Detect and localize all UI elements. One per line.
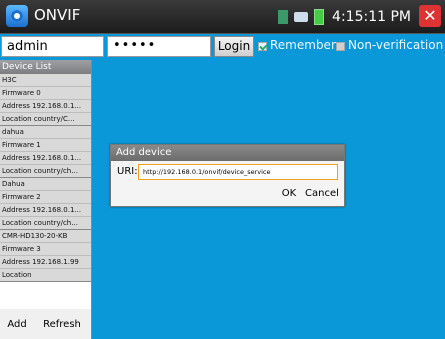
device-name: H3C [0,74,91,87]
device-name: Dahua [0,178,91,191]
clock: 4:15:11 PM [332,9,411,25]
device-item[interactable]: dahua Firmware 1 Address 192.168.0.1... … [0,126,91,178]
device-location: Location country/C... [2,115,75,123]
signal-icon [278,10,289,24]
device-name: CMR-HD130-20-KB [0,230,91,243]
device-firmware: Firmware 2 [0,191,91,204]
dialog-title: Add device [111,145,344,161]
device-item[interactable]: Dahua Firmware 2 Address 192.168.0.1... … [0,178,91,230]
device-list-footer: Add Refresh [0,309,91,339]
device-address: Address 192.168.0.1... [0,204,91,217]
close-icon: ✕ [423,6,437,25]
cancel-button[interactable]: Cancel [303,185,341,203]
uri-label: URI: [117,166,138,177]
device-firmware: Firmware 3 [0,243,91,256]
password-field[interactable]: ••••• [107,36,211,57]
device-address: Address 192.168.1.99 [0,256,91,269]
device-list: H3C Firmware 0 Address 192.168.0.1... Lo… [0,74,91,282]
add-device-button[interactable]: Add [2,315,32,335]
remember-label: Remember [270,38,336,52]
nonverification-checkbox[interactable] [336,42,345,51]
device-list-header: Device List [0,60,91,74]
username-field[interactable]: admin [1,36,104,57]
device-list-panel: Device List H3C Firmware 0 Address 192.1… [0,60,92,339]
battery-icon [314,9,325,25]
device-firmware: Firmware 1 [0,139,91,152]
device-address: Address 192.168.0.1... [0,152,91,165]
login-button[interactable]: Login [214,36,254,57]
device-name: dahua [0,126,91,139]
device-item[interactable]: CMR-HD130-20-KB Firmware 3 Address 192.1… [0,230,91,282]
device-location: Location country/ch... [2,167,78,175]
ok-button[interactable]: OK [279,185,299,203]
nonverification-label: Non-verification [348,38,444,52]
device-location: Location [2,271,32,279]
status-area: 4:15:11 PM [278,7,411,27]
add-device-dialog: Add device URI: http://192.168.0.1/onvif… [110,144,345,207]
app-title: ONVIF [34,6,81,24]
close-button[interactable]: ✕ [419,5,441,27]
onvif-app-icon [6,5,28,27]
uri-input[interactable]: http://192.168.0.1/onvif/device_service [138,164,338,180]
device-address: Address 192.168.0.1... [0,100,91,113]
refresh-button[interactable]: Refresh [36,315,88,335]
device-item[interactable]: H3C Firmware 0 Address 192.168.0.1... Lo… [0,74,91,126]
device-location: Location country/ch... [2,219,78,227]
device-firmware: Firmware 0 [0,87,91,100]
remember-checkbox[interactable] [258,42,267,51]
title-bar: ONVIF 4:15:11 PM ✕ [0,0,445,34]
usb-icon [294,12,309,22]
